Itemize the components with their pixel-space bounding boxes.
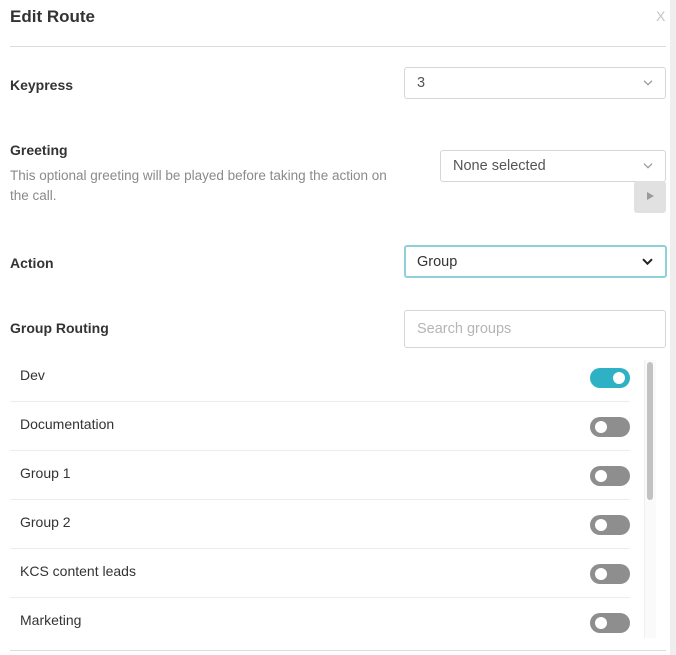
window-edge: [670, 0, 676, 655]
action-select[interactable]: Group: [404, 245, 667, 278]
group-toggle[interactable]: [590, 564, 630, 584]
group-toggle[interactable]: [590, 613, 630, 633]
close-button[interactable]: X: [656, 8, 665, 24]
group-name: Group 1: [20, 465, 71, 481]
greeting-select-value: None selected: [453, 158, 546, 174]
dialog-title: Edit Route: [10, 7, 95, 26]
toggle-knob: [595, 617, 607, 629]
footer-divider: [10, 650, 666, 651]
header-divider: [10, 46, 666, 47]
toggle-knob: [595, 470, 607, 482]
chevron-down-icon: [643, 163, 653, 169]
group-toggle[interactable]: [590, 466, 630, 486]
group-toggle[interactable]: [590, 368, 630, 388]
action-select-value: Group: [417, 253, 458, 270]
list-item: Dev: [10, 353, 630, 402]
list-item: Group 2: [10, 500, 630, 549]
group-name: Dev: [20, 367, 45, 383]
toggle-knob: [595, 519, 607, 531]
chevron-down-icon: [643, 80, 653, 86]
group-name: Documentation: [20, 416, 115, 432]
chevron-down-icon: [642, 257, 653, 265]
group-list: Dev Documentation Group 1 Group 2 KCS co…: [10, 353, 630, 638]
group-name: KCS content leads: [20, 563, 136, 579]
action-label: Action: [10, 255, 54, 271]
play-icon: [646, 188, 655, 206]
search-groups-input[interactable]: [404, 310, 666, 348]
group-toggle[interactable]: [590, 417, 630, 437]
list-item: Marketing: [10, 598, 630, 638]
keypress-select[interactable]: 3: [404, 67, 666, 99]
toggle-knob: [613, 372, 625, 384]
group-name: Marketing: [20, 612, 82, 628]
list-item: KCS content leads: [10, 549, 630, 598]
group-routing-label: Group Routing: [10, 320, 109, 336]
greeting-help-text: This optional greeting will be played be…: [10, 168, 387, 203]
group-toggle[interactable]: [590, 515, 630, 535]
keypress-select-value: 3: [417, 75, 426, 91]
keypress-label: Keypress: [10, 77, 74, 93]
greeting-select[interactable]: None selected: [440, 150, 666, 182]
toggle-knob: [595, 421, 607, 433]
play-greeting-button[interactable]: [634, 181, 666, 213]
toggle-knob: [595, 568, 607, 580]
greeting-label: Greeting: [10, 142, 68, 158]
scrollbar-thumb[interactable]: [647, 362, 653, 500]
list-item: Group 1: [10, 451, 630, 500]
list-item: Documentation: [10, 402, 630, 451]
group-name: Group 2: [20, 514, 71, 530]
